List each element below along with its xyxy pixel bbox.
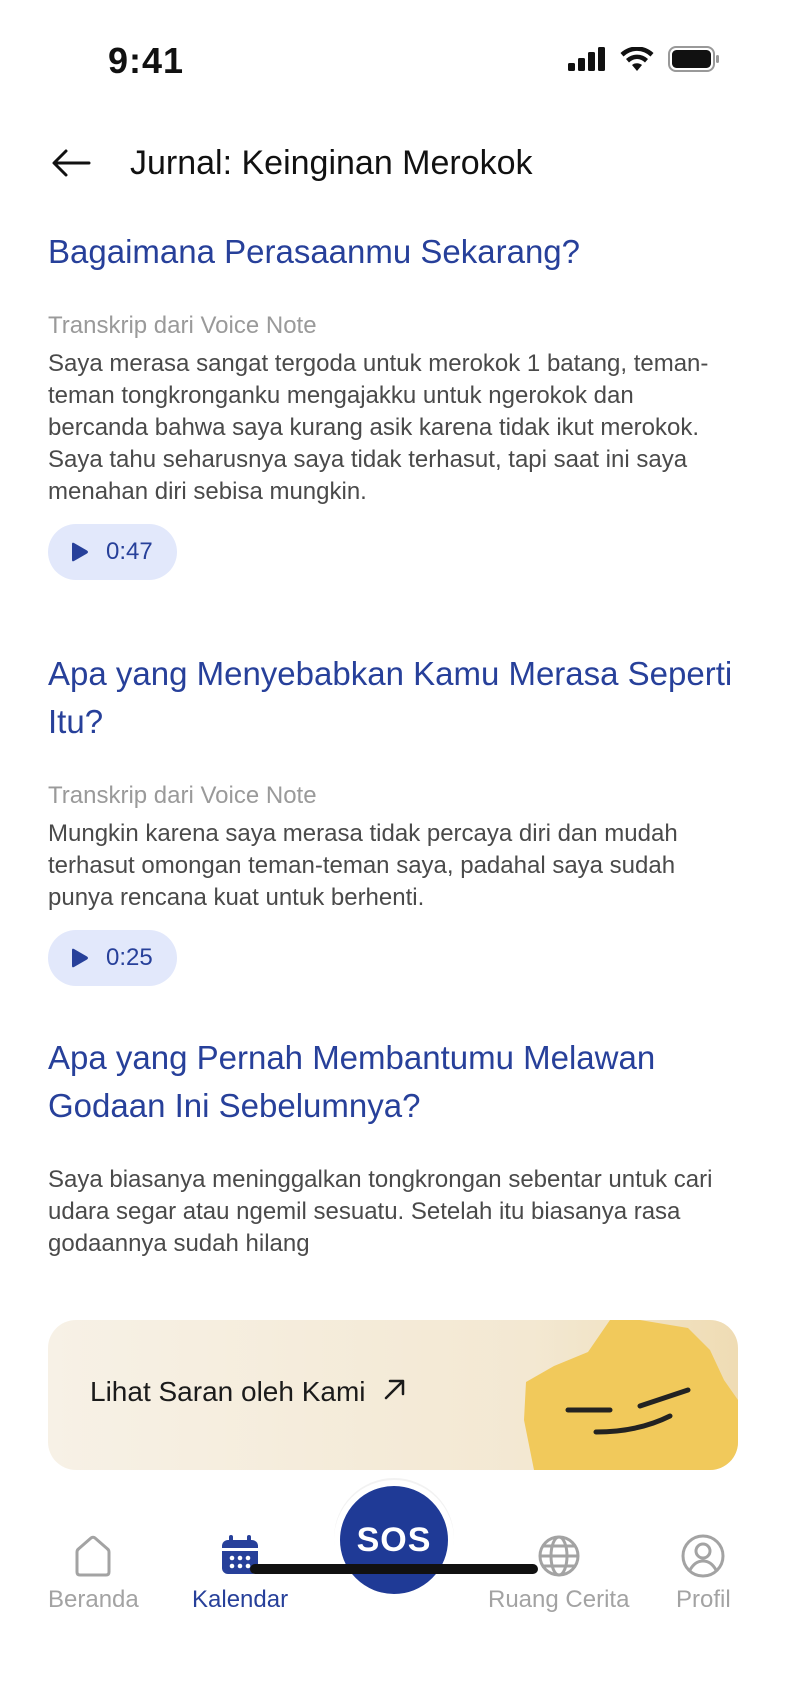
answer-text: Saya merasa sangat tergoda untuk merokok… xyxy=(48,350,709,505)
home-indicator xyxy=(250,1564,538,1574)
page-title: Jurnal: Keinginan Merokok xyxy=(130,144,533,182)
status-bar: 9:41 xyxy=(0,0,786,130)
bottom-nav: Beranda Kalendar SOS Ruang Cerita Profil xyxy=(0,1480,786,1704)
nav-label: Beranda xyxy=(48,1586,139,1613)
mascot-illustration xyxy=(524,1320,738,1470)
status-icons xyxy=(568,46,720,72)
suggestion-card[interactable]: Lihat Saran oleh Kami xyxy=(48,1320,738,1470)
voice-note-duration: 0:25 xyxy=(106,944,153,971)
wifi-icon xyxy=(620,46,654,71)
nav-label: Ruang Cerita xyxy=(488,1586,630,1613)
nav-label: Kalendar xyxy=(192,1586,289,1613)
status-time: 9:41 xyxy=(108,40,185,81)
back-button[interactable] xyxy=(46,138,96,188)
profile-icon xyxy=(681,1534,725,1578)
header: Jurnal: Keinginan Merokok xyxy=(0,130,786,220)
question-heading: Bagaimana Perasaanmu Sekarang? xyxy=(48,233,581,270)
sos-button[interactable]: SOS xyxy=(334,1480,454,1600)
journal-section: Apa yang Pernah Membantumu Melawan Godaa… xyxy=(48,1034,738,1260)
play-icon xyxy=(72,542,88,562)
journal-section: Bagaimana Perasaanmu Sekarang? Transkrip… xyxy=(48,228,738,580)
suggestion-label: Lihat Saran oleh Kami xyxy=(90,1376,366,1407)
journal-section: Apa yang Menyebabkan Kamu Merasa Seperti… xyxy=(48,650,738,986)
voice-note-player[interactable]: 0:47 xyxy=(48,524,177,580)
voice-note-player[interactable]: 0:25 xyxy=(48,930,177,986)
sos-label: SOS xyxy=(356,1520,432,1559)
nav-label: Profil xyxy=(676,1586,731,1613)
arrow-up-right-icon xyxy=(384,1379,405,1400)
cellular-signal-icon xyxy=(568,47,605,71)
nav-item-beranda[interactable]: Beranda xyxy=(48,1532,139,1614)
globe-icon xyxy=(538,1535,580,1577)
arrow-left-icon xyxy=(52,149,91,177)
battery-icon xyxy=(668,46,719,72)
transcript-label: Transkrip dari Voice Note xyxy=(48,312,317,339)
nav-item-profil[interactable]: Profil xyxy=(676,1532,731,1614)
transcript-label: Transkrip dari Voice Note xyxy=(48,782,317,809)
home-icon xyxy=(75,1535,111,1577)
voice-note-duration: 0:47 xyxy=(106,538,153,565)
question-heading: Apa yang Pernah Membantumu Melawan Godaa… xyxy=(48,1039,656,1124)
play-icon xyxy=(72,948,88,968)
question-heading: Apa yang Menyebabkan Kamu Merasa Seperti… xyxy=(48,655,733,740)
answer-text: Mungkin karena saya merasa tidak percaya… xyxy=(48,820,678,911)
answer-text: Saya biasanya meninggalkan tongkrongan s… xyxy=(48,1166,713,1257)
